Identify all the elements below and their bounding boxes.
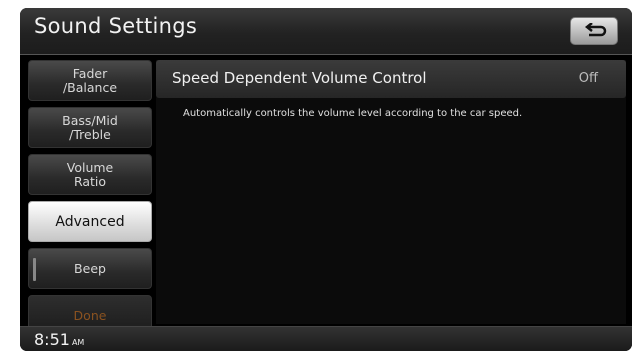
clock-time: 8:51 — [34, 330, 70, 349]
menu-item-beep[interactable]: Beep — [28, 248, 152, 289]
settings-content-panel: Speed Dependent Volume Control Off Autom… — [156, 60, 626, 324]
menu-item-label: Fader /Balance — [62, 65, 118, 95]
clock-ampm: AM — [71, 338, 85, 347]
menu-item-label: Volume Ratio — [66, 159, 114, 189]
setting-value: Off — [578, 71, 598, 86]
clock: 8:51 AM — [34, 330, 84, 349]
back-arrow-icon — [584, 23, 607, 37]
menu-item-volume-ratio[interactable]: Volume Ratio — [28, 154, 152, 195]
menu-item-advanced[interactable]: Advanced — [28, 201, 152, 242]
speed-dependent-volume-row[interactable]: Speed Dependent Volume Control Off — [156, 60, 626, 98]
menu-item-label: Advanced — [55, 213, 125, 230]
status-bar: 8:51 AM — [20, 326, 632, 351]
menu-item-fader-balance[interactable]: Fader /Balance — [28, 60, 152, 101]
setting-description: Automatically controls the volume level … — [183, 108, 523, 119]
back-button[interactable] — [570, 17, 618, 45]
beep-toggle-indicator — [33, 258, 36, 281]
menu-item-label: Bass/Mid /Treble — [62, 112, 118, 142]
menu-item-label: Beep — [74, 260, 106, 276]
sound-settings-menu: Fader /Balance Bass/Mid /Treble Volume R… — [28, 60, 152, 342]
header-bar: Sound Settings — [20, 8, 632, 55]
page-title: Sound Settings — [34, 14, 198, 38]
menu-item-label: Done — [73, 307, 107, 323]
menu-item-bass-mid-treble[interactable]: Bass/Mid /Treble — [28, 107, 152, 148]
head-unit-screen: Sound Settings Fader /Balance Bass/Mid /… — [20, 8, 632, 351]
setting-label: Speed Dependent Volume Control — [172, 69, 427, 87]
